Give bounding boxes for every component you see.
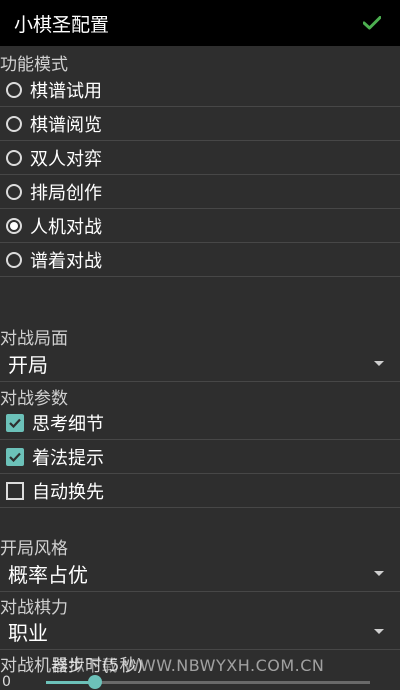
radio-selected-icon[interactable] — [6, 218, 22, 234]
mode-section-label: 功能模式 — [0, 55, 68, 75]
radio-icon[interactable] — [6, 252, 22, 268]
mode-option-label: 棋谱试用 — [30, 81, 102, 102]
radio-icon[interactable] — [6, 184, 22, 200]
mode-option-label: 棋谱阅览 — [30, 115, 102, 136]
dropdown-arrow-icon — [374, 571, 384, 576]
slider-value-label: 0 — [2, 674, 11, 690]
watermark-text: 模拟下载 WWW.NBWYXH.COM.CN — [52, 656, 325, 675]
strength-spinner[interactable]: 职业 — [0, 614, 400, 650]
style-spinner[interactable]: 概率占优 — [0, 556, 400, 592]
checkbox-icon[interactable] — [6, 482, 24, 500]
checkbox-checked-icon[interactable] — [6, 448, 24, 466]
check-icon — [363, 16, 381, 30]
dropdown-arrow-icon — [374, 629, 384, 634]
params-section-label: 对战参数 — [0, 389, 68, 409]
param-option-0[interactable]: 思考细节 — [0, 407, 400, 440]
mode-option-label: 双人对弈 — [30, 149, 102, 170]
style-spinner-value: 概率占优 — [8, 563, 88, 587]
board-spinner-value: 开局 — [8, 353, 48, 377]
checkbox-checked-icon[interactable] — [6, 414, 24, 432]
mode-option-1[interactable]: 棋谱阅览 — [0, 108, 400, 141]
mode-option-3[interactable]: 排局创作 — [0, 176, 400, 209]
confirm-button[interactable] — [358, 9, 386, 37]
param-option-1[interactable]: 着法提示 — [0, 441, 400, 474]
title-bar: 小棋圣配置 — [0, 0, 400, 46]
dropdown-arrow-icon — [374, 361, 384, 366]
strength-spinner-value: 职业 — [8, 621, 48, 645]
mode-option-2[interactable]: 双人对弈 — [0, 142, 400, 175]
mode-option-5[interactable]: 谱着对战 — [0, 244, 400, 277]
param-option-label: 思考细节 — [32, 414, 104, 435]
mode-option-0[interactable]: 棋谱试用 — [0, 74, 400, 107]
param-option-2[interactable]: 自动换先 — [0, 475, 400, 508]
mode-option-label: 谱着对战 — [30, 251, 102, 272]
page-title: 小棋圣配置 — [14, 13, 110, 36]
board-spinner[interactable]: 开局 — [0, 346, 400, 382]
mode-option-4[interactable]: 人机对战 — [0, 210, 400, 243]
param-option-label: 自动换先 — [32, 482, 104, 503]
radio-icon[interactable] — [6, 116, 22, 132]
radio-icon[interactable] — [6, 82, 22, 98]
param-option-label: 着法提示 — [32, 448, 104, 469]
time-slider-thumb[interactable] — [87, 675, 102, 689]
radio-icon[interactable] — [6, 150, 22, 166]
mode-option-label: 人机对战 — [30, 217, 102, 238]
mode-option-label: 排局创作 — [30, 183, 102, 204]
